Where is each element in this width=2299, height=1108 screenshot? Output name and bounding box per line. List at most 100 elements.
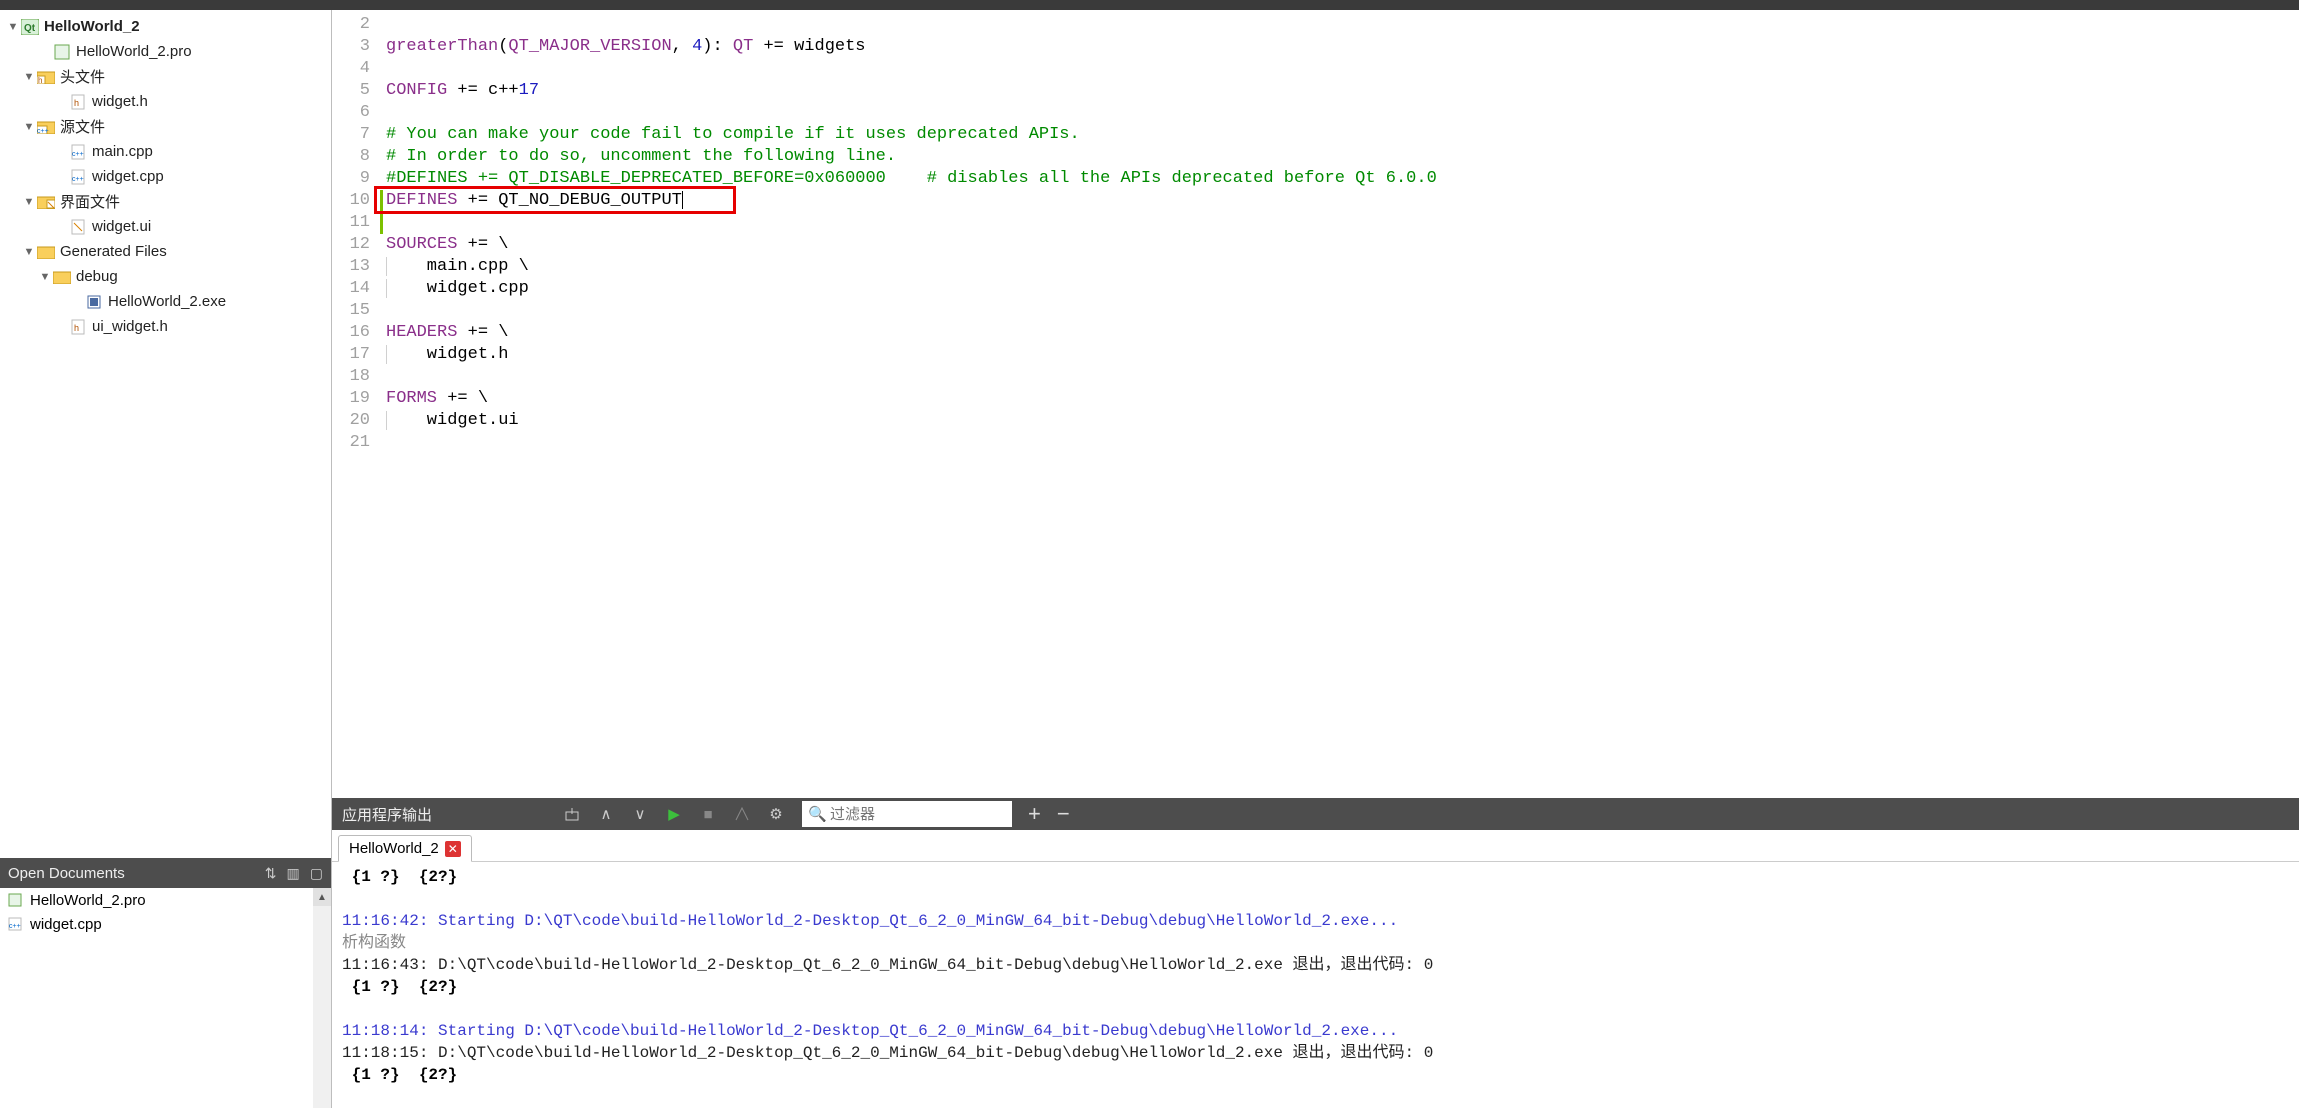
code-line[interactable] (380, 212, 2299, 234)
svg-text:c++: c++ (72, 151, 84, 158)
chevron-down-icon[interactable]: ▼ (22, 246, 36, 258)
folder-h-icon: h (36, 68, 56, 86)
line-number: 17 (332, 344, 370, 366)
tree-debug-folder[interactable]: ▼ debug (0, 264, 331, 289)
left-panel: ▼ Qt HelloWorld_2 HelloWorld_2.pro ▼ h 头… (0, 10, 332, 1108)
doc-label: widget.cpp (30, 916, 102, 933)
zoom-in-icon[interactable]: + (1028, 801, 1041, 827)
tree-label: 头文件 (60, 66, 105, 87)
split-icon[interactable]: ▥ (287, 865, 300, 882)
cpp-file-icon: c++ (8, 917, 26, 931)
line-number: 10 (332, 190, 370, 212)
output-line: 11:16:42: Starting D:\QT\code\build-Hell… (342, 910, 2289, 932)
tree-label: widget.ui (92, 218, 151, 235)
code-editor[interactable]: 23456789101112131415161718192021 greater… (332, 10, 2299, 798)
code-line[interactable] (386, 432, 2299, 454)
code-line[interactable] (386, 14, 2299, 36)
tree-generated-folder[interactable]: ▼ Generated Files (0, 239, 331, 264)
svg-text:h: h (74, 98, 79, 108)
close-panel-icon[interactable]: ▢ (310, 865, 323, 882)
chevron-down-icon[interactable]: ▼ (22, 121, 36, 133)
gear-icon[interactable]: ⚙ (762, 802, 790, 826)
open-doc-item[interactable]: HelloWorld_2.pro (0, 888, 331, 912)
tree-label: widget.cpp (92, 168, 164, 185)
line-number: 20 (332, 410, 370, 432)
tree-file-ui-widget-h[interactable]: h ui_widget.h (0, 314, 331, 339)
line-number: 5 (332, 80, 370, 102)
output-line: 11:18:15: D:\QT\code\build-HelloWorld_2-… (342, 1042, 2289, 1064)
code-line[interactable]: widget.ui (386, 410, 2299, 432)
code-line[interactable]: FORMS += \ (386, 388, 2299, 410)
zoom-out-icon[interactable]: − (1057, 801, 1070, 827)
code-line[interactable]: #DEFINES += QT_DISABLE_DEPRECATED_BEFORE… (386, 168, 2299, 190)
open-documents-list[interactable]: HelloWorld_2.pro c++ widget.cpp ▲ (0, 888, 331, 1108)
open-doc-item[interactable]: c++ widget.cpp (0, 912, 331, 936)
tree-label: debug (76, 268, 118, 285)
line-number: 19 (332, 388, 370, 410)
chevron-down-icon[interactable]: ▼ (22, 71, 36, 83)
code-line[interactable]: CONFIG += c++17 (386, 80, 2299, 102)
code-line[interactable]: widget.cpp (386, 278, 2299, 300)
line-number: 8 (332, 146, 370, 168)
code-line[interactable]: # You can make your code fail to compile… (386, 124, 2299, 146)
tree-label: HelloWorld_2 (44, 18, 140, 35)
down-arrow-icon[interactable]: ∨ (626, 802, 654, 826)
code-line[interactable]: greaterThan(QT_MAJOR_VERSION, 4): QT += … (386, 36, 2299, 58)
right-panel: 23456789101112131415161718192021 greater… (332, 10, 2299, 1108)
output-tab-bar: HelloWorld_2 ✕ (332, 830, 2299, 862)
code-line[interactable] (386, 58, 2299, 80)
code-line[interactable]: # In order to do so, uncomment the follo… (386, 146, 2299, 168)
tree-sources-folder[interactable]: ▼ c++ 源文件 (0, 114, 331, 139)
line-number: 7 (332, 124, 370, 146)
tree-label: 界面文件 (60, 191, 120, 212)
output-tab[interactable]: HelloWorld_2 ✕ (338, 835, 472, 862)
chevron-down-icon[interactable]: ▼ (22, 196, 36, 208)
tree-forms-folder[interactable]: ▼ 界面文件 (0, 189, 331, 214)
tree-project-root[interactable]: ▼ Qt HelloWorld_2 (0, 14, 331, 39)
line-number: 14 (332, 278, 370, 300)
tree-label: Generated Files (60, 243, 167, 260)
code-line[interactable] (386, 102, 2299, 124)
cpp-file-icon: c++ (68, 168, 88, 186)
code-line[interactable]: SOURCES += \ (386, 234, 2299, 256)
tree-file-widget-h[interactable]: h widget.h (0, 89, 331, 114)
tree-file-main-cpp[interactable]: c++ main.cpp (0, 139, 331, 164)
output-console[interactable]: {1 ?} {2?} 11:16:42: Starting D:\QT\code… (332, 862, 2299, 1108)
line-number: 12 (332, 234, 370, 256)
up-arrow-icon[interactable]: ∧ (592, 802, 620, 826)
step-icon[interactable] (728, 802, 756, 826)
line-number: 15 (332, 300, 370, 322)
tree-file-widget-ui[interactable]: widget.ui (0, 214, 331, 239)
code-line[interactable]: main.cpp \ (386, 256, 2299, 278)
tree-file-exe[interactable]: HelloWorld_2.exe (0, 289, 331, 314)
code-line[interactable] (386, 300, 2299, 322)
attach-icon[interactable] (558, 802, 586, 826)
open-documents-title: Open Documents (8, 865, 125, 882)
open-documents-header: Open Documents ⇅ ▥ ▢ (0, 858, 331, 888)
scrollbar[interactable] (313, 888, 331, 1108)
filter-input[interactable] (802, 801, 1012, 827)
tree-label: 源文件 (60, 116, 105, 137)
stop-icon[interactable]: ■ (694, 802, 722, 826)
project-tree[interactable]: ▼ Qt HelloWorld_2 HelloWorld_2.pro ▼ h 头… (0, 10, 331, 858)
code-content[interactable]: greaterThan(QT_MAJOR_VERSION, 4): QT += … (380, 10, 2299, 798)
chevron-down-icon[interactable]: ▼ (6, 21, 20, 33)
output-line: {1 ?} {2?} (342, 1064, 2289, 1086)
run-icon[interactable]: ▶ (660, 802, 688, 826)
line-number: 18 (332, 366, 370, 388)
tree-pro-file[interactable]: HelloWorld_2.pro (0, 39, 331, 64)
chevron-down-icon[interactable]: ▼ (38, 271, 52, 283)
code-line[interactable]: widget.h (386, 344, 2299, 366)
code-line[interactable] (386, 366, 2299, 388)
code-line[interactable]: DEFINES += QT_NO_DEBUG_OUTPUT (380, 190, 2299, 212)
output-line: 析构函数 (342, 932, 2289, 954)
close-tab-icon[interactable]: ✕ (445, 841, 461, 857)
line-number: 11 (332, 212, 370, 234)
svg-text:c++: c++ (72, 176, 84, 183)
scroll-up-icon[interactable]: ▲ (313, 888, 331, 906)
code-line[interactable]: HEADERS += \ (386, 322, 2299, 344)
tree-headers-folder[interactable]: ▼ h 头文件 (0, 64, 331, 89)
sort-icon[interactable]: ⇅ (265, 865, 277, 882)
output-toolbar: 应用程序输出 ∧ ∨ ▶ ■ ⚙ 🔍 + − (332, 798, 2299, 830)
tree-file-widget-cpp[interactable]: c++ widget.cpp (0, 164, 331, 189)
